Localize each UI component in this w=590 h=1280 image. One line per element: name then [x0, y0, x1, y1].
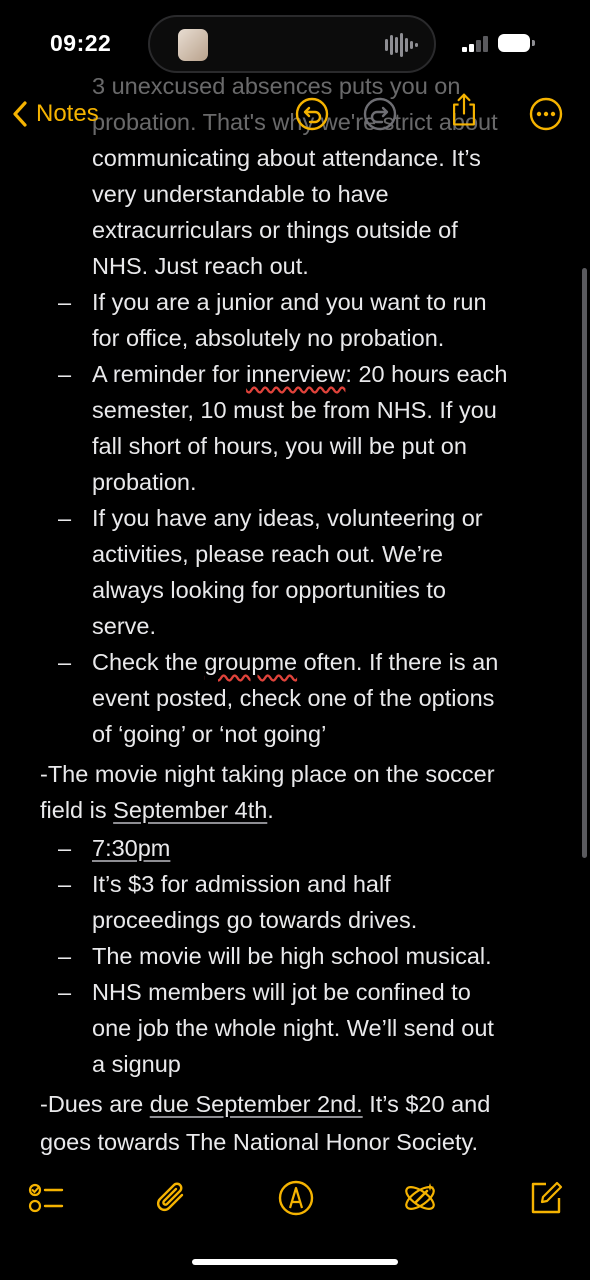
bullet-dash: –	[58, 289, 72, 315]
note-line: a signup	[92, 1051, 181, 1077]
note-line: always looking for opportunities to	[92, 577, 447, 603]
text-span: -Dues are	[40, 1091, 150, 1117]
text-span: Check the	[92, 649, 205, 675]
status-bar: 09:22	[0, 0, 590, 90]
writing-tools-icon[interactable]	[400, 1178, 440, 1218]
note-line: field is September 4th.	[40, 792, 274, 828]
note-line: If you are a junior and you want to run	[92, 289, 487, 315]
note-line: proceedings go towards drives.	[92, 907, 418, 933]
misspelled-word[interactable]: innerview	[246, 361, 345, 387]
note-line: event posted, check one of the options	[92, 685, 495, 711]
note-line: A reminder for innerview: 20 hours each	[92, 356, 507, 392]
now-playing-thumbnail	[178, 29, 208, 61]
markup-pen-icon[interactable]	[276, 1178, 316, 1218]
back-label: Notes	[36, 100, 99, 127]
bullet-dash: –	[58, 871, 72, 897]
paperclip-icon[interactable]	[152, 1178, 192, 1218]
bullet-dash: –	[58, 505, 72, 531]
text-span: : 20 hours each	[345, 361, 508, 387]
text-span: field is	[40, 797, 114, 823]
bullet-dash: –	[58, 361, 72, 387]
home-indicator[interactable]	[192, 1259, 398, 1265]
text-span: It’s $20 and	[362, 1091, 491, 1117]
bullet-dash: –	[58, 943, 72, 969]
note-line: probation.	[92, 469, 197, 495]
note-line: activities, please reach out. We’re	[92, 541, 443, 567]
date-link[interactable]: due September 2nd.	[150, 1091, 363, 1117]
note-line: communicating about attendance. It’s	[92, 145, 481, 171]
bullet-dash: –	[58, 835, 72, 861]
note-line: extracurriculars or things outside of	[92, 217, 458, 243]
note-body[interactable]: 3 unexcused absences puts you on probati…	[0, 40, 590, 1160]
date-link[interactable]: September 4th	[113, 797, 267, 823]
back-button[interactable]: Notes	[12, 94, 99, 134]
note-line: NHS. Just reach out.	[92, 253, 309, 279]
nav-bar: Notes	[0, 90, 590, 140]
misspelled-word[interactable]: groupme	[204, 649, 297, 675]
note-line: -The movie night taking place on the soc…	[40, 761, 495, 787]
note-line: If you have any ideas, volunteering or	[92, 505, 483, 531]
audio-wave-icon	[385, 33, 418, 57]
note-line: It’s $3 for admission and half	[92, 871, 391, 897]
note-line: goes towards The National Honor Society.	[40, 1129, 479, 1155]
note-line: -Dues are due September 2nd. It’s $20 an…	[40, 1086, 490, 1122]
battery-icon	[498, 34, 535, 52]
share-icon[interactable]	[446, 92, 482, 128]
note-line: of ‘going’ or ‘not going’	[92, 721, 327, 747]
time-link[interactable]: 7:30pm	[92, 835, 170, 861]
bullet-dash: –	[58, 649, 72, 675]
status-time: 09:22	[50, 30, 112, 56]
checklist-icon[interactable]	[26, 1178, 66, 1218]
note-line: one job the whole night. We’ll send out	[92, 1015, 494, 1041]
dynamic-island[interactable]	[148, 15, 436, 73]
note-line: fall short of hours, you will be put on	[92, 433, 467, 459]
note-line: semester, 10 must be from NHS. If you	[92, 397, 497, 423]
note-line: The movie will be high school musical.	[92, 943, 492, 969]
undo-icon[interactable]	[294, 96, 330, 132]
compose-icon[interactable]	[526, 1178, 566, 1218]
redo-icon[interactable]	[362, 96, 398, 132]
bottom-toolbar	[0, 1170, 590, 1230]
text-span: A reminder for	[92, 361, 247, 387]
note-line: serve.	[92, 613, 156, 639]
cellular-signal-icon	[462, 36, 488, 52]
text-span: often. If there is an	[297, 649, 499, 675]
note-line: 7:30pm	[92, 830, 170, 866]
note-line: for office, absolutely no probation.	[92, 325, 445, 351]
text-span: .	[267, 797, 274, 823]
scrollbar[interactable]	[582, 268, 587, 858]
more-icon[interactable]	[528, 96, 564, 132]
bullet-dash: –	[58, 979, 72, 1005]
chevron-left-icon	[13, 101, 27, 127]
note-line: NHS members will jot be confined to	[92, 979, 471, 1005]
note-line: Check the groupme often. If there is an	[92, 644, 498, 680]
note-line: very understandable to have	[92, 181, 389, 207]
